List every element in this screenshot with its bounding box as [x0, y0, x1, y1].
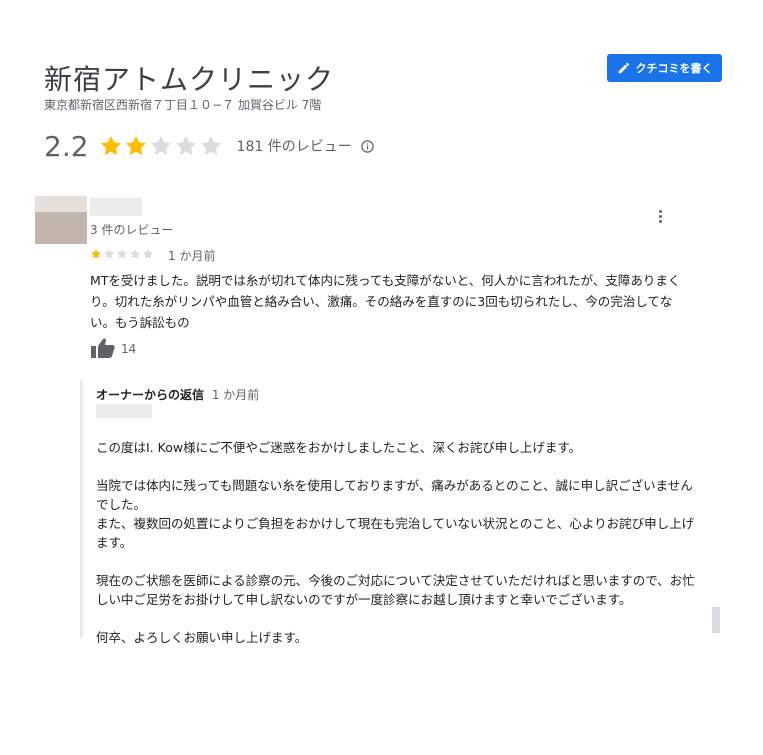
owner-name-blurred [96, 404, 152, 418]
place-address: 東京都新宿区西新宿７丁目１０−７ 加賀谷ビル 7階 [44, 98, 322, 112]
review-text: MTを受けました。説明では糸が切れて体内に残っても支障がないと、何人かに言われた… [90, 273, 681, 330]
reply-paragraph: また、複数回の処置によりご負担をおかけして現在も完治していない状況とのこと、心よ… [96, 516, 695, 550]
reply-divider [80, 380, 83, 638]
rating-stars [99, 134, 223, 158]
rating-summary: 2.2 181 件のレビュー [44, 128, 375, 164]
pencil-icon [618, 62, 629, 74]
review-date: 1 か月前 [168, 249, 216, 263]
page-title: 新宿アトムクリニック [44, 63, 335, 96]
star-empty-icon [104, 249, 114, 259]
reply-paragraph: 現在のご状態を医師による診察の元、今後のご対応について決定させていただければと思… [96, 573, 695, 607]
star-empty-icon [200, 136, 221, 156]
star-empty-icon [130, 249, 140, 259]
star-empty-icon [175, 136, 196, 156]
review-stars [90, 248, 154, 260]
star-filled-icon [100, 136, 121, 156]
owner-reply-text: この度はI. Kow様にご不便やご迷惑をおかけしましたこと、深くお詫び申し上げま… [96, 438, 696, 666]
star-empty-icon [143, 249, 153, 259]
star-empty-icon [150, 136, 171, 156]
info-icon[interactable] [360, 139, 375, 154]
review-count-link[interactable]: 181 件のレビュー [237, 136, 352, 156]
reviewer-review-count: 3 件のレビュー [90, 223, 174, 237]
owner-reply-header: オーナーからの返信 1 か月前 [96, 386, 259, 403]
reply-paragraph: 何卒、よろしくお願い申し上げます。 [96, 630, 308, 645]
star-filled-icon [125, 136, 146, 156]
owner-reply-title: オーナーからの返信 [96, 388, 205, 402]
avatar-blur [35, 196, 87, 212]
reply-paragraph: この度はI. Kow様にご不便やご迷惑をおかけしましたこと、深くお詫び申し上げま… [96, 440, 582, 455]
reviewer-name-blurred[interactable] [90, 198, 142, 216]
like-count: 14 [121, 342, 137, 356]
owner-reply-date: 1 か月前 [211, 388, 260, 402]
reply-paragraph: 当院では体内に残っても問題ない糸を使用しておりますが、痛みがあるとのこと、誠に申… [96, 478, 693, 512]
rating-value: 2.2 [44, 129, 89, 163]
scrollbar-thumb[interactable] [712, 607, 720, 633]
star-filled-icon [91, 249, 101, 259]
star-empty-icon [117, 249, 127, 259]
thumbs-up-icon[interactable] [90, 337, 116, 359]
write-review-label: クチコミを書く [635, 62, 713, 75]
write-review-button[interactable]: クチコミを書く [607, 54, 722, 82]
more-options-icon[interactable] [652, 208, 668, 226]
